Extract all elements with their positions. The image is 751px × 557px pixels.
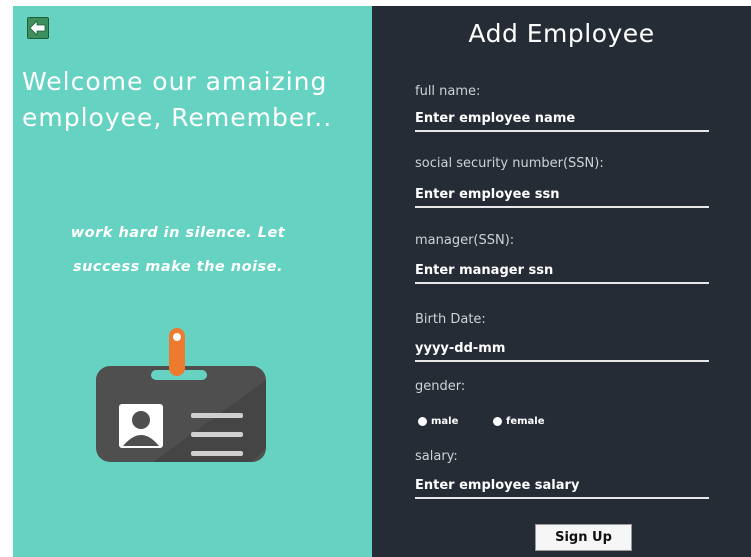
manager-ssn-label: manager(SSN): <box>415 233 515 248</box>
ssn-input[interactable] <box>415 182 709 208</box>
full-name-label: full name: <box>415 84 481 99</box>
employee-form: Add Employee full name: social security … <box>372 6 751 557</box>
welcome-panel: Welcome our amaizing employee, Remember.… <box>13 6 372 557</box>
welcome-line-2: employee, Remember.. <box>22 103 333 132</box>
sign-up-button[interactable]: Sign Up <box>535 524 632 551</box>
back-button[interactable] <box>27 17 49 39</box>
birth-date-input[interactable] <box>415 336 709 362</box>
welcome-line-1: Welcome our amaizing <box>22 67 328 96</box>
salary-label: salary: <box>415 449 458 464</box>
radio-dot-icon <box>493 416 502 426</box>
add-employee-window: Welcome our amaizing employee, Remember.… <box>0 0 751 557</box>
form-title: Add Employee <box>468 19 655 48</box>
gender-female-radio[interactable]: female <box>493 415 545 427</box>
welcome-heading: Welcome our amaizing employee, Remember.… <box>22 64 367 136</box>
full-name-input[interactable] <box>415 106 709 132</box>
manager-ssn-input[interactable] <box>415 258 709 284</box>
salary-input[interactable] <box>415 473 709 499</box>
gender-male-radio[interactable]: male <box>418 415 458 427</box>
motivational-quote: work hard in silence. Let success make t… <box>13 216 343 284</box>
gender-male-label: male <box>431 415 459 427</box>
back-arrow-icon <box>29 20 46 36</box>
quote-line-2: success make the noise. <box>72 259 284 275</box>
gender-female-label: female <box>506 415 545 427</box>
radio-dot-icon <box>418 416 427 426</box>
birth-date-label: Birth Date: <box>415 312 486 327</box>
ssn-label: social security number(SSN): <box>415 156 604 171</box>
employee-id-badge-icon <box>96 328 266 462</box>
quote-line-1: work hard in silence. Let <box>70 225 286 241</box>
gender-label: gender: <box>415 379 466 394</box>
